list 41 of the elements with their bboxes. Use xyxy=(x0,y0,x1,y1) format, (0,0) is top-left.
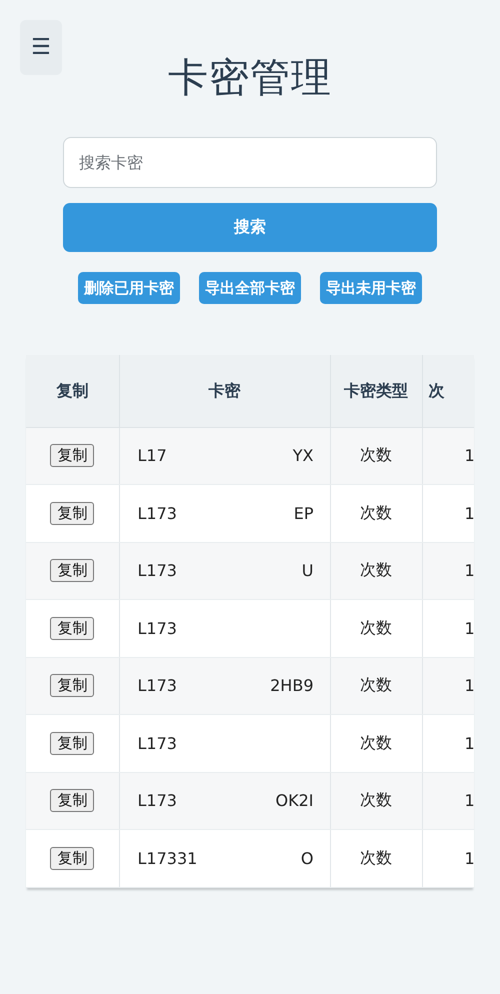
count-text: 1 xyxy=(464,848,474,868)
search-field[interactable]: 搜索卡密 xyxy=(63,137,437,188)
count-text: 1 xyxy=(464,446,474,466)
key-text: L173 xyxy=(138,676,177,696)
column-header: 次 xyxy=(422,355,474,427)
copy-button[interactable]: 复制 xyxy=(50,674,94,698)
column-header: 卡密类型 xyxy=(330,355,422,427)
key-text: EP xyxy=(294,504,314,523)
table-cell: 次数 xyxy=(330,830,422,887)
menu-button[interactable]: ☰ xyxy=(20,20,62,75)
key-text: L173 xyxy=(138,734,177,753)
key-text: L173 xyxy=(138,561,177,580)
key-text: 2HB9 xyxy=(270,676,314,696)
count-text: 1 xyxy=(464,618,474,638)
table-cell: 次数 xyxy=(330,484,422,542)
copy-button[interactable]: 复制 xyxy=(50,444,94,468)
key-text: OK2I xyxy=(276,791,314,810)
count-text: 1 xyxy=(464,791,474,810)
key-text: O xyxy=(300,848,314,868)
column-header: 复制 xyxy=(26,355,119,427)
count-text: 1 xyxy=(464,561,474,580)
key-text: L173 xyxy=(138,504,177,523)
table-cell: 次数 xyxy=(330,600,422,657)
key-text: L17331 xyxy=(138,848,198,868)
key-text: L173 xyxy=(138,618,177,638)
count-text: 1 xyxy=(464,734,474,753)
copy-button[interactable]: 复制 xyxy=(50,616,94,640)
key-text: L17 xyxy=(138,446,167,466)
count-text: 1 xyxy=(464,504,474,523)
copy-button[interactable]: 复制 xyxy=(50,789,94,812)
key-text: U xyxy=(302,561,314,580)
copy-button[interactable]: 复制 xyxy=(50,732,94,755)
count-text: 1 xyxy=(464,676,474,696)
copy-button[interactable]: 复制 xyxy=(50,559,94,582)
table-cell: 次数 xyxy=(330,714,422,772)
key-text: YX xyxy=(292,446,314,466)
page-title: 卡密管理 xyxy=(168,54,332,103)
column-header: 卡密 xyxy=(119,355,330,427)
copy-button[interactable]: 复制 xyxy=(50,502,94,525)
key-text: L173 xyxy=(138,791,177,810)
copy-button[interactable]: 复制 xyxy=(50,846,94,870)
